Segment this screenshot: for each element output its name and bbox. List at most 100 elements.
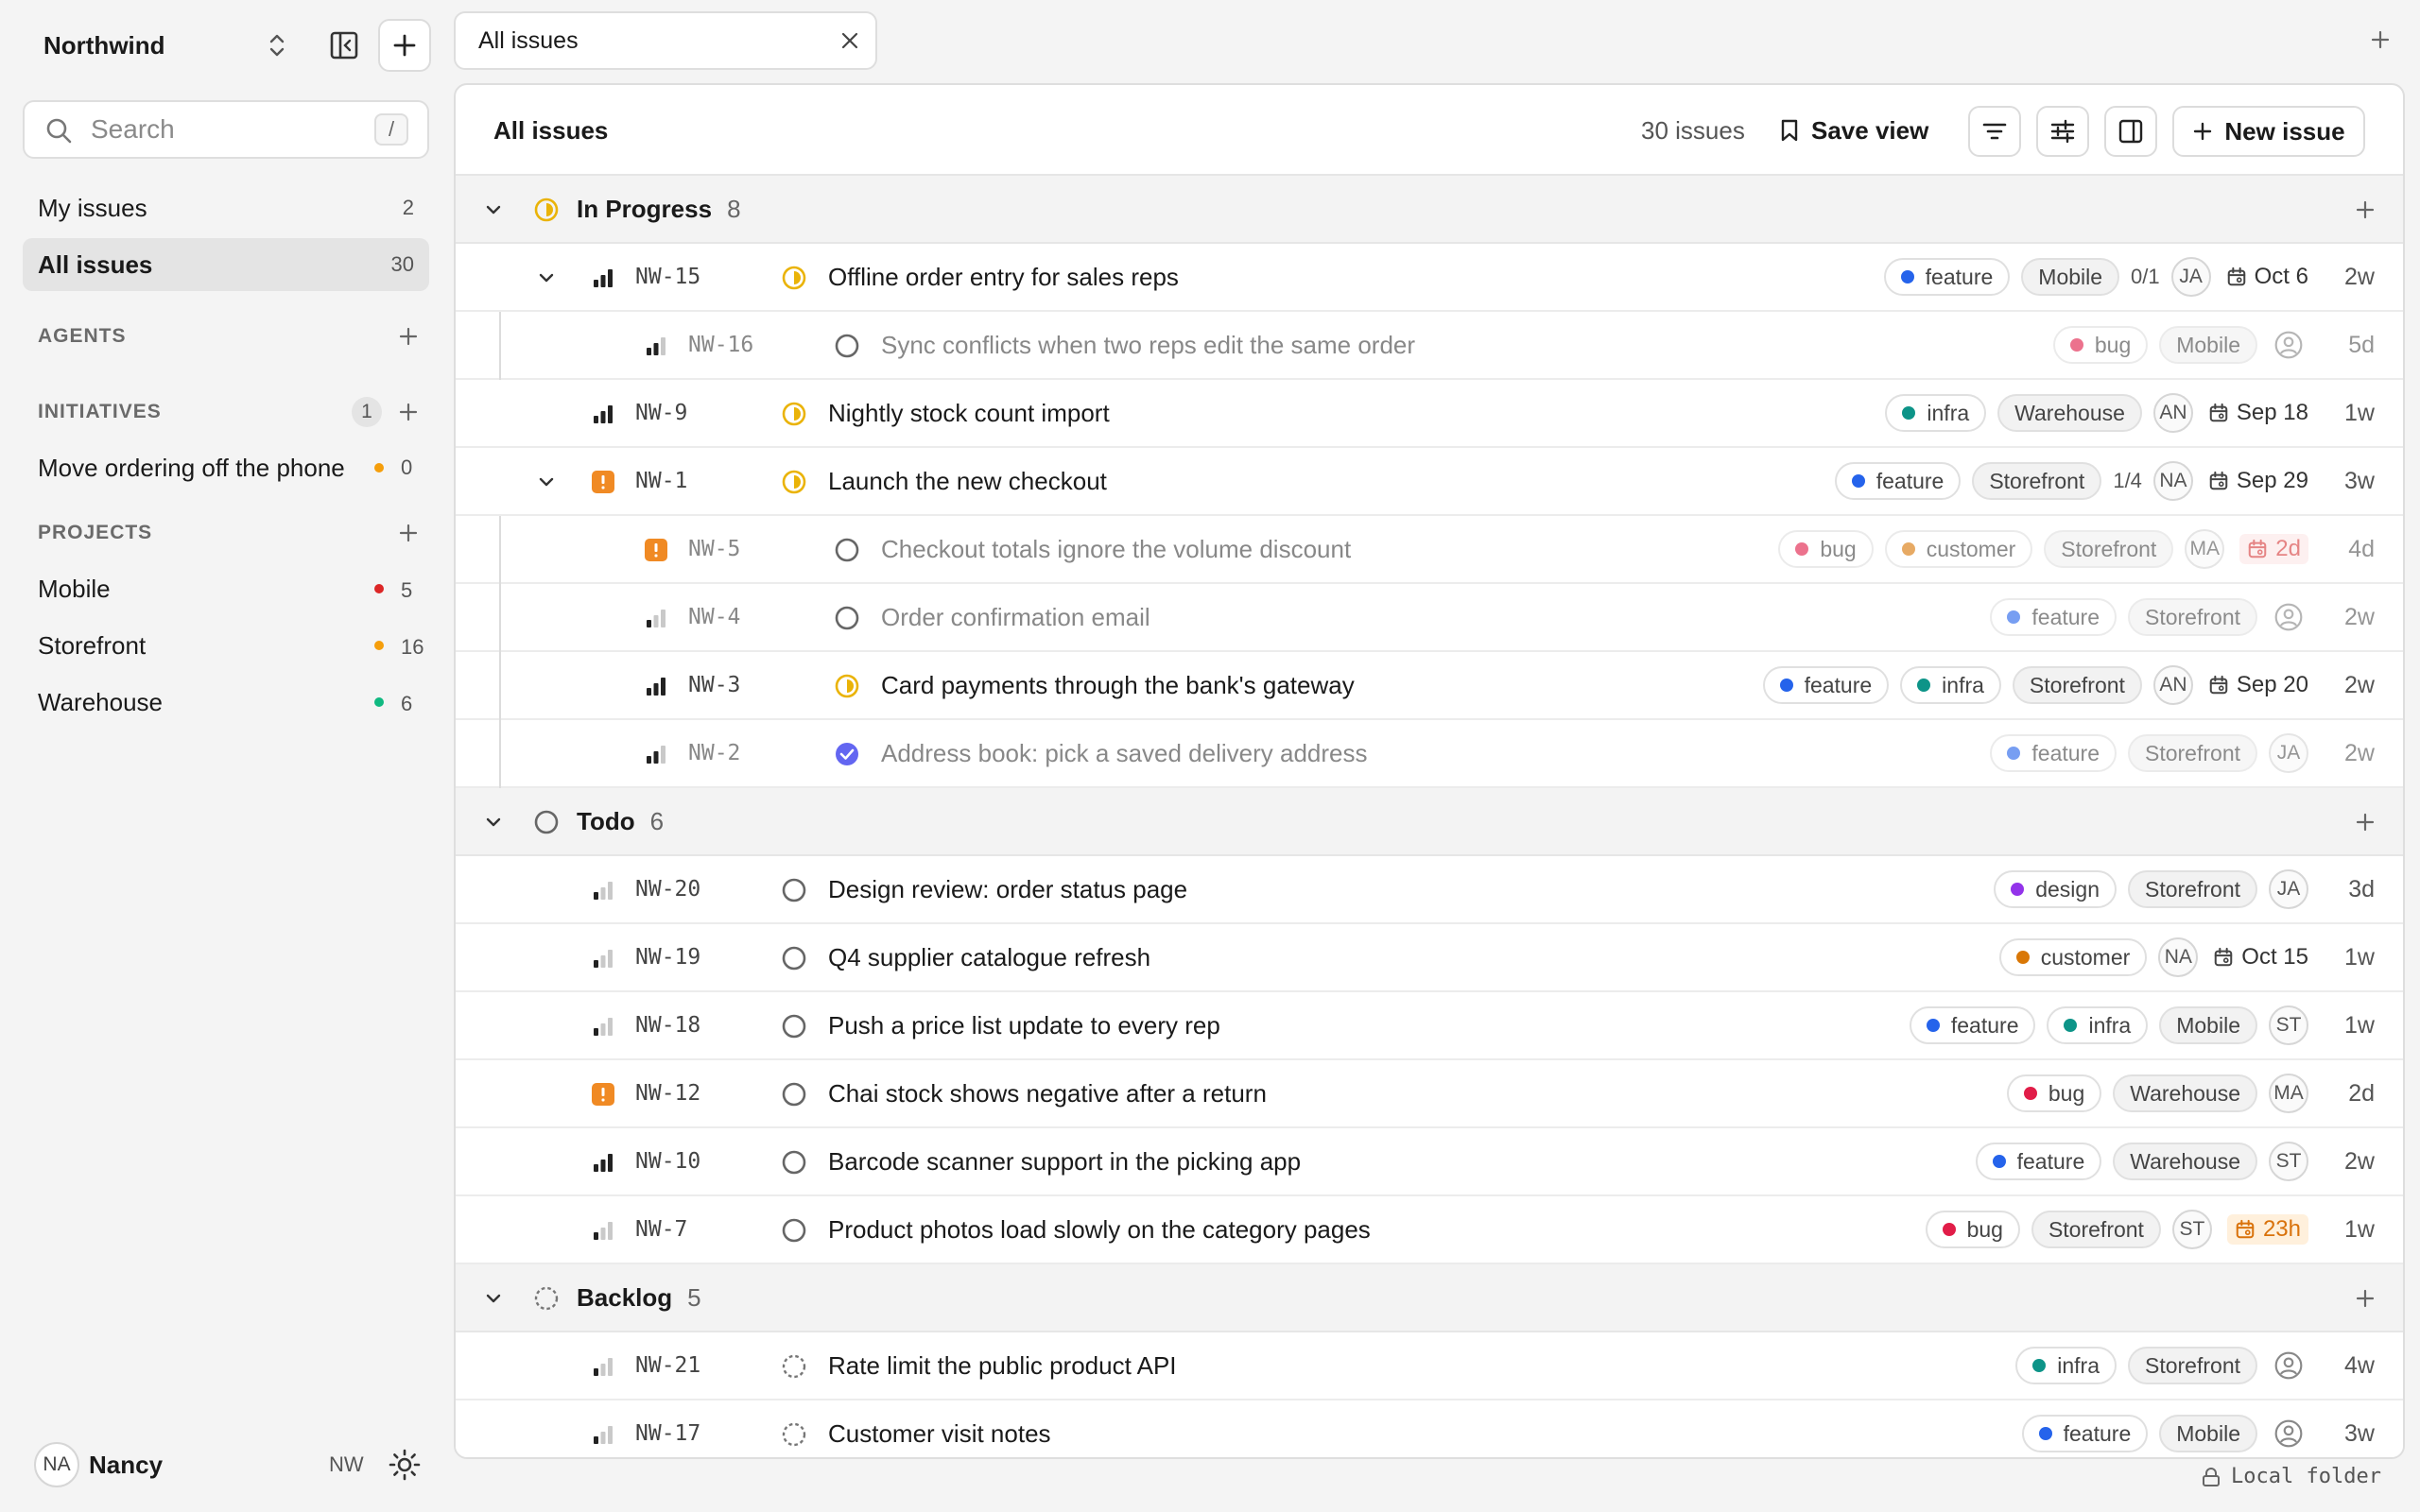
in-progress-icon[interactable] xyxy=(834,673,860,699)
chevron-down-icon[interactable] xyxy=(482,198,505,221)
expand-chevron-icon[interactable] xyxy=(535,471,558,493)
project-chip[interactable]: Warehouse xyxy=(2113,1074,2257,1112)
table-row[interactable]: NW-5 Checkout totals ignore the volume di… xyxy=(456,516,2403,584)
table-row[interactable]: NW-20 Design review: order status page des… xyxy=(456,856,2403,924)
project-chip[interactable]: Warehouse xyxy=(2113,1143,2257,1180)
add-issue-plus-icon[interactable] xyxy=(2354,811,2377,833)
add-initiative-plus-icon[interactable] xyxy=(397,401,420,423)
project-chip[interactable]: Storefront xyxy=(1972,462,2102,500)
project-chip[interactable]: Mobile xyxy=(2021,258,2120,296)
low-priority-icon[interactable] xyxy=(590,1217,616,1244)
project-item-storefront[interactable]: Storefront xyxy=(38,631,146,661)
display-options-button[interactable] xyxy=(2036,106,2089,157)
group-header[interactable]: In Progress 8 xyxy=(456,176,2403,244)
expand-chevron-icon[interactable] xyxy=(535,266,558,289)
project-chip[interactable]: Storefront xyxy=(2128,734,2257,772)
label-chip[interactable]: feature xyxy=(1762,666,1890,704)
project-chip[interactable]: Storefront xyxy=(2128,598,2257,636)
issue-title[interactable]: Design review: order status page xyxy=(828,856,1187,922)
low-priority-icon[interactable] xyxy=(590,877,616,903)
label-chip[interactable]: infra xyxy=(1885,394,1987,432)
high-priority-icon[interactable] xyxy=(590,1149,616,1176)
add-issue-plus-icon[interactable] xyxy=(2354,198,2377,221)
table-row[interactable]: NW-2 Address book: pick a saved delivery … xyxy=(456,720,2403,788)
urgent-priority-icon[interactable] xyxy=(643,537,669,563)
avatar[interactable]: NA xyxy=(34,1442,79,1487)
avatar[interactable]: AN xyxy=(2152,665,2193,705)
medium-priority-icon[interactable] xyxy=(643,333,669,359)
project-chip[interactable]: Storefront xyxy=(2128,1347,2257,1384)
label-chip[interactable]: bug xyxy=(1925,1211,2020,1248)
issue-title[interactable]: Launch the new checkout xyxy=(828,448,1107,514)
done-icon[interactable] xyxy=(834,741,860,767)
in-progress-icon[interactable] xyxy=(781,401,807,427)
chevron-up-down-icon[interactable] xyxy=(265,30,289,60)
table-row[interactable]: NW-9 Nightly stock count import infra Wareh… xyxy=(456,380,2403,448)
add-issue-plus-icon[interactable] xyxy=(2354,1287,2377,1310)
in-progress-icon[interactable] xyxy=(781,469,807,495)
backlog-icon[interactable] xyxy=(781,1421,807,1448)
add-project-plus-icon[interactable] xyxy=(397,522,420,544)
label-chip[interactable]: feature xyxy=(1990,734,2117,772)
table-row[interactable]: NW-18 Push a price list update to every r… xyxy=(456,992,2403,1060)
group-header[interactable]: Todo 6 xyxy=(456,788,2403,856)
table-row[interactable]: NW-12 Chai stock shows negative after a r… xyxy=(456,1060,2403,1128)
issue-title[interactable]: Card payments through the bank's gateway xyxy=(881,652,1355,718)
avatar[interactable] xyxy=(2269,1414,2308,1453)
issue-title[interactable]: Rate limit the public product API xyxy=(828,1332,1177,1399)
sun-icon[interactable] xyxy=(388,1448,422,1482)
label-chip[interactable]: feature xyxy=(1909,1006,2036,1044)
avatar[interactable]: ST xyxy=(2171,1210,2212,1249)
project-item-warehouse[interactable]: Warehouse xyxy=(38,688,163,717)
todo-icon[interactable] xyxy=(834,333,860,359)
avatar[interactable] xyxy=(2269,597,2308,637)
label-chip[interactable]: bug xyxy=(1778,530,1874,568)
add-agent-plus-icon[interactable] xyxy=(397,325,420,348)
issue-title[interactable]: Product photos load slowly on the catego… xyxy=(828,1196,1371,1263)
label-chip[interactable]: design xyxy=(1994,870,2117,908)
label-chip[interactable]: feature xyxy=(1990,598,2117,636)
high-priority-icon[interactable] xyxy=(643,673,669,699)
table-row[interactable]: NW-10 Barcode scanner support in the pick… xyxy=(456,1128,2403,1196)
high-priority-icon[interactable] xyxy=(590,265,616,291)
in-progress-icon[interactable] xyxy=(533,197,560,223)
in-progress-icon[interactable] xyxy=(781,265,807,291)
issue-title[interactable]: Push a price list update to every rep xyxy=(828,992,1220,1058)
issue-title[interactable]: Order confirmation email xyxy=(881,584,1150,650)
table-row[interactable]: NW-1 Launch the new checkout feature Storef… xyxy=(456,448,2403,516)
initiative-item[interactable]: Move ordering off the phone xyxy=(38,454,345,483)
low-priority-icon[interactable] xyxy=(590,1013,616,1040)
avatar[interactable] xyxy=(2269,1346,2308,1385)
issue-title[interactable]: Q4 supplier catalogue refresh xyxy=(828,924,1150,990)
table-row[interactable]: NW-19 Q4 supplier catalogue refresh custom… xyxy=(456,924,2403,992)
label-chip[interactable]: feature xyxy=(2021,1415,2149,1452)
issue-title[interactable]: Offline order entry for sales reps xyxy=(828,244,1179,310)
issue-title[interactable]: Nightly stock count import xyxy=(828,380,1110,446)
due-date[interactable]: Sep 29 xyxy=(2208,468,2308,494)
label-chip[interactable]: feature xyxy=(1834,462,1962,500)
issue-title[interactable]: Customer visit notes xyxy=(828,1400,1051,1457)
todo-icon[interactable] xyxy=(834,605,860,631)
high-priority-icon[interactable] xyxy=(590,401,616,427)
low-priority-icon[interactable] xyxy=(590,945,616,971)
project-chip[interactable]: Mobile xyxy=(2159,326,2257,364)
due-date[interactable]: Oct 6 xyxy=(2226,264,2308,290)
table-row[interactable]: NW-4 Order confirmation email feature Store… xyxy=(456,584,2403,652)
low-priority-icon[interactable] xyxy=(590,1353,616,1380)
new-issue-button[interactable]: New issue xyxy=(2172,106,2365,157)
table-row[interactable]: NW-15 Offline order entry for sales reps f… xyxy=(456,244,2403,312)
label-chip[interactable]: infra xyxy=(2047,1006,2149,1044)
project-chip[interactable]: Storefront xyxy=(2128,870,2257,908)
avatar[interactable]: JA xyxy=(2170,257,2211,297)
avatar[interactable]: NA xyxy=(2158,937,2199,977)
project-chip[interactable]: Warehouse xyxy=(1997,394,2142,432)
todo-icon[interactable] xyxy=(781,877,807,903)
nav-all-issues[interactable]: All issues 30 xyxy=(23,238,429,291)
due-date[interactable]: Oct 15 xyxy=(2213,944,2308,971)
search-input[interactable]: Search / xyxy=(23,100,429,159)
project-chip[interactable]: Mobile xyxy=(2159,1006,2257,1044)
issue-title[interactable]: Chai stock shows negative after a return xyxy=(828,1060,1267,1126)
new-tab-plus-icon[interactable] xyxy=(2369,28,2392,51)
due-date[interactable]: Sep 18 xyxy=(2208,400,2308,426)
chevron-down-icon[interactable] xyxy=(482,1287,505,1310)
